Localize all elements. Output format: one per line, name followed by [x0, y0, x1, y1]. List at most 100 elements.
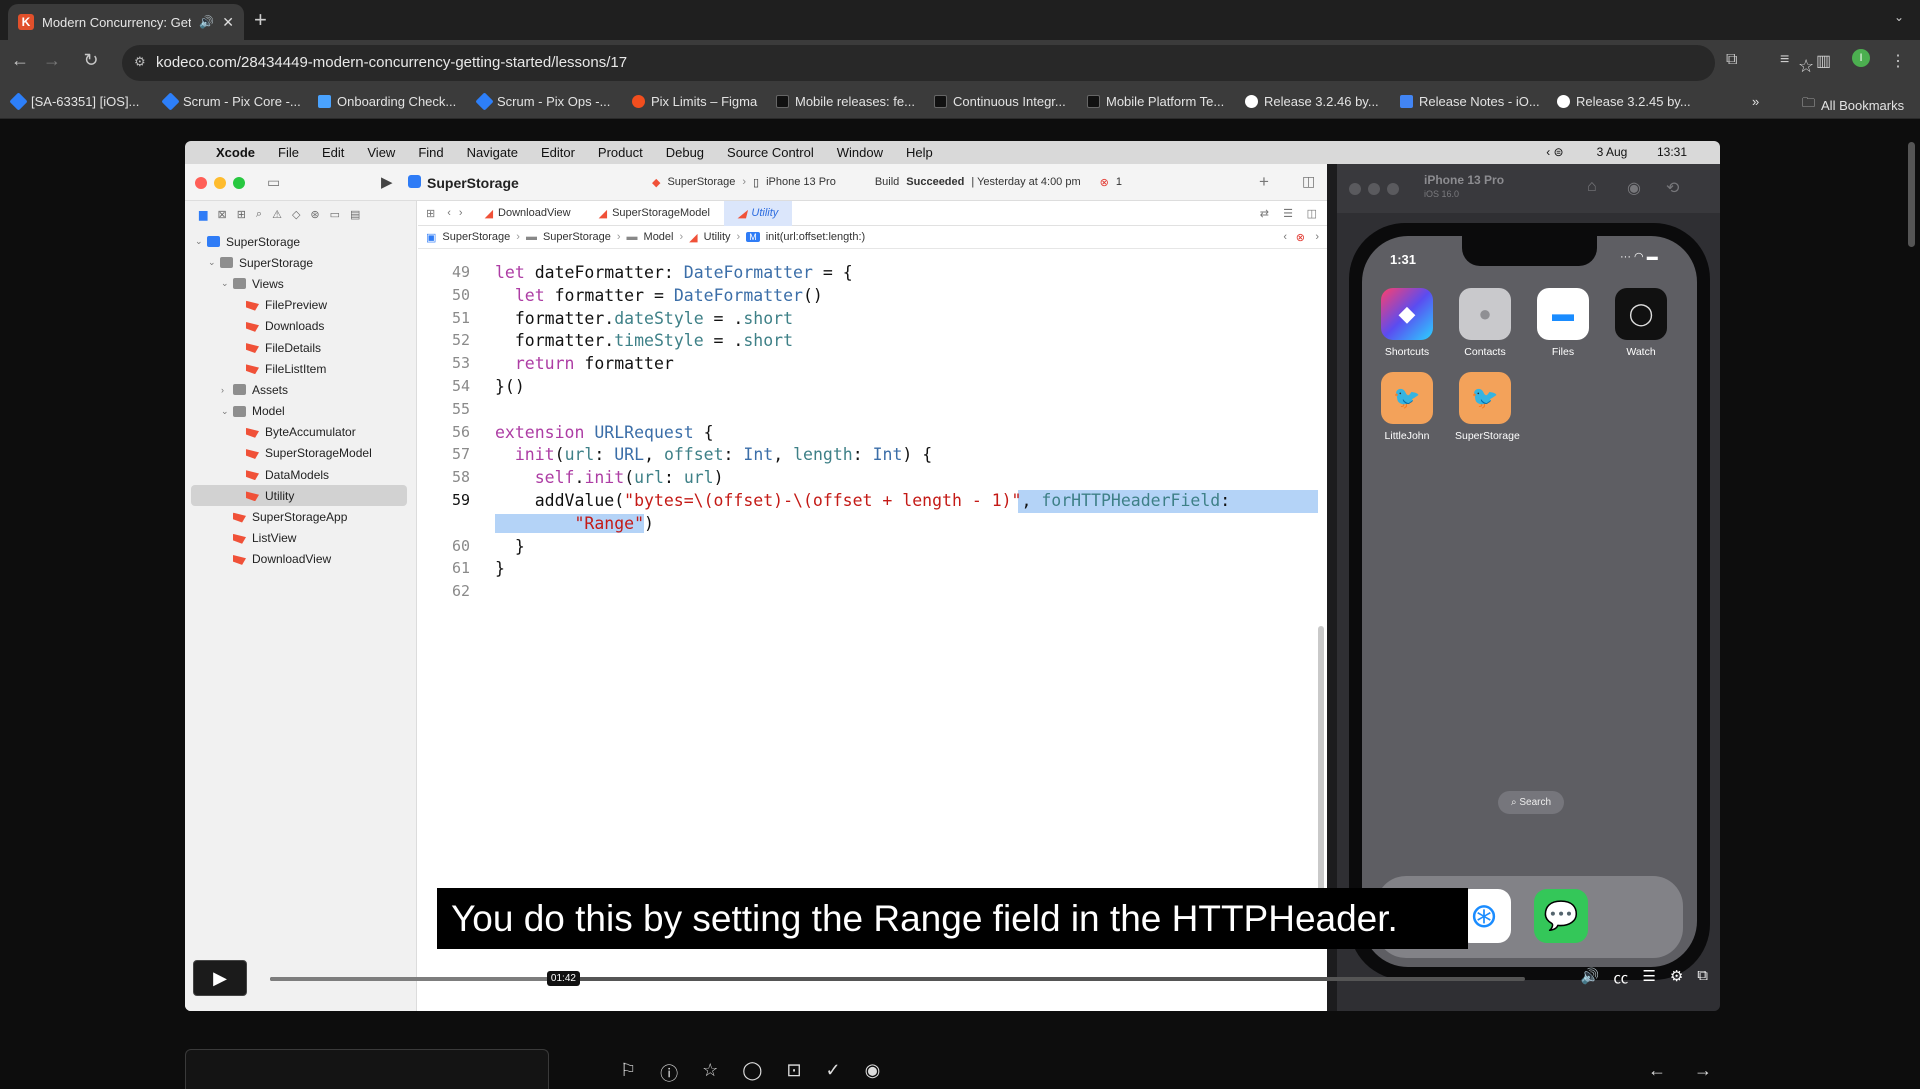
- new-tab-button[interactable]: +: [254, 7, 267, 33]
- reload-button[interactable]: ↻: [79, 50, 103, 71]
- bookmark-item[interactable]: Scrum - Pix Ops -...: [475, 92, 610, 111]
- browser-tab[interactable]: K Modern Concurrency: Get 🔊 ✕: [8, 4, 244, 40]
- folder-icon: ▬: [525, 231, 537, 243]
- simulator-os: iOS 16.0: [1424, 189, 1460, 199]
- menu-debug: Debug: [665, 145, 705, 160]
- media-icon[interactable]: ≡: [1780, 51, 1789, 69]
- transcript-icon[interactable]: ☰: [1642, 967, 1655, 988]
- menu-icon[interactable]: ⋮: [1890, 51, 1906, 71]
- source-control-icon: ⊠: [217, 209, 227, 221]
- bookmark-item[interactable]: Mobile releases: fe...: [776, 94, 915, 109]
- editor-options-icon: ☰: [1283, 207, 1293, 220]
- previous-lesson-icon[interactable]: ←: [1648, 1060, 1666, 1081]
- line-number: 56: [451, 422, 470, 441]
- build-status: Succeeded: [906, 176, 965, 188]
- menu-view: View: [367, 145, 396, 160]
- bookmark-star-icon[interactable]: ☆: [1798, 56, 1814, 77]
- materials-icon[interactable]: ⊡: [786, 1060, 801, 1086]
- jira-icon: [475, 92, 494, 111]
- close-window-icon: [1349, 183, 1361, 195]
- swift-file-icon: [246, 491, 259, 502]
- back-button[interactable]: ←: [8, 50, 32, 71]
- video-player[interactable]: Xcode File Edit View Find Navigate Edito…: [185, 141, 1720, 1011]
- line-number: 54: [451, 377, 470, 395]
- sidepanel-icon[interactable]: ▥: [1816, 51, 1831, 71]
- menu-edit: Edit: [321, 145, 345, 160]
- progress-fill: [270, 977, 565, 981]
- audio-icon[interactable]: 🔊: [199, 15, 214, 29]
- bookmark-item[interactable]: [SA-63351] [iOS]...: [9, 92, 139, 111]
- lesson-search-box[interactable]: [185, 1049, 549, 1089]
- progress-bar[interactable]: 01:42: [270, 971, 1525, 986]
- symbol-icon: ⊞: [236, 209, 246, 221]
- swift-file-icon: [246, 300, 259, 311]
- address-bar[interactable]: ⚙ kodeco.com/28434449-modern-concurrency…: [122, 45, 1814, 81]
- tab-utility: ◢ Utility: [723, 200, 793, 226]
- code-line: self.init(url: url): [534, 468, 724, 488]
- swift-icon: ◢: [689, 231, 698, 244]
- extensions-icon[interactable]: ⧉: [1726, 51, 1737, 69]
- bookmark-item[interactable]: Release 3.2.45 by...: [1557, 94, 1691, 109]
- minimize-window-icon: [1368, 183, 1380, 195]
- find-icon: ⌕: [255, 208, 263, 220]
- chevron-down-icon: ⌄: [221, 405, 229, 416]
- zoom-window-icon: [233, 177, 245, 189]
- star-icon[interactable]: ☆: [702, 1060, 718, 1086]
- chevron-down-icon: ⌄: [221, 278, 229, 289]
- jira-icon: [9, 92, 28, 111]
- settings-icon[interactable]: ⚙: [1670, 967, 1683, 988]
- github-icon[interactable]: ◉: [865, 1060, 881, 1086]
- volume-icon[interactable]: 🔊: [1581, 967, 1600, 988]
- menu-editor: Editor: [540, 145, 575, 160]
- editor-tabbar: ⊞ ‹ › ◢ DownloadView ◢ SuperStorageModel ◢…: [418, 200, 1327, 226]
- test-icon: ◇: [291, 209, 301, 221]
- page-scrollbar[interactable]: [1908, 142, 1915, 247]
- bookmark-item[interactable]: Continuous Integr...: [934, 94, 1066, 109]
- bookmark-item[interactable]: Release 3.2.46 by...: [1245, 94, 1379, 109]
- next-lesson-icon[interactable]: →: [1694, 1060, 1712, 1081]
- chevron-right-icon: ›: [742, 176, 747, 188]
- complete-icon[interactable]: ✓: [826, 1060, 841, 1086]
- code-line: extension URLRequest {: [495, 422, 714, 442]
- info-icon[interactable]: ⓘ: [660, 1060, 678, 1086]
- video-caption: You do this by setting the Range field i…: [437, 888, 1468, 949]
- related-items-icon: ⇄: [1259, 207, 1269, 220]
- bookmark-item[interactable]: Pix Limits – Figma: [632, 94, 757, 109]
- bookmark-item[interactable]: Scrum - Pix Core -...: [161, 92, 301, 111]
- docs-icon: [1400, 95, 1413, 108]
- tree-item-downloadview: DownloadView: [185, 549, 417, 570]
- report-icon: ▤: [350, 209, 361, 221]
- code-line: }: [495, 559, 505, 579]
- menu-source-control: Source Control: [727, 145, 814, 160]
- swift-file-icon: [233, 533, 246, 544]
- tab-title: Modern Concurrency: Get: [42, 14, 192, 30]
- comment-icon[interactable]: ◯: [742, 1060, 762, 1086]
- github-icon: [1245, 95, 1258, 108]
- superstorage-icon: 🐦: [1459, 372, 1511, 424]
- file-tree: ⌄ SuperStorage ⌄ SuperStorage ⌄ Views FilePrev…: [185, 231, 417, 570]
- play-button[interactable]: ▶: [193, 960, 247, 996]
- kodeco-favicon: K: [18, 14, 34, 30]
- captions-icon[interactable]: ㏄: [1613, 967, 1628, 988]
- bookmark-item[interactable]: Release Notes - iO...: [1400, 94, 1540, 109]
- bookmark-item[interactable]: Onboarding Check...: [318, 94, 456, 109]
- profile-avatar[interactable]: I: [1852, 49, 1870, 67]
- close-tab-icon[interactable]: ✕: [222, 14, 234, 31]
- picture-in-picture-icon[interactable]: ⧉: [1697, 967, 1708, 988]
- swift-file-icon: [246, 449, 259, 459]
- tab-search-icon[interactable]: ⌄: [1894, 10, 1904, 24]
- line-number: 52: [451, 331, 470, 350]
- folder-icon: 🗀: [1802, 95, 1816, 110]
- bookmark-item[interactable]: Mobile Platform Te...: [1087, 94, 1224, 109]
- site-info-icon[interactable]: ⚙: [134, 54, 146, 70]
- folder-icon: [233, 278, 246, 290]
- line-number: 62: [451, 582, 470, 601]
- chevron-down-icon: ⌄: [208, 257, 216, 268]
- bookmark-icon[interactable]: ⚐: [620, 1060, 636, 1086]
- line-number: 50: [451, 285, 470, 304]
- all-bookmarks[interactable]: 🗀 All Bookmarks: [1802, 94, 1904, 116]
- more-bookmarks-icon[interactable]: »: [1752, 94, 1759, 109]
- forward-button[interactable]: →: [40, 50, 64, 71]
- inspector-toggle-icon: ◫: [1302, 173, 1316, 189]
- back-nav-icon: ‹: [447, 207, 451, 219]
